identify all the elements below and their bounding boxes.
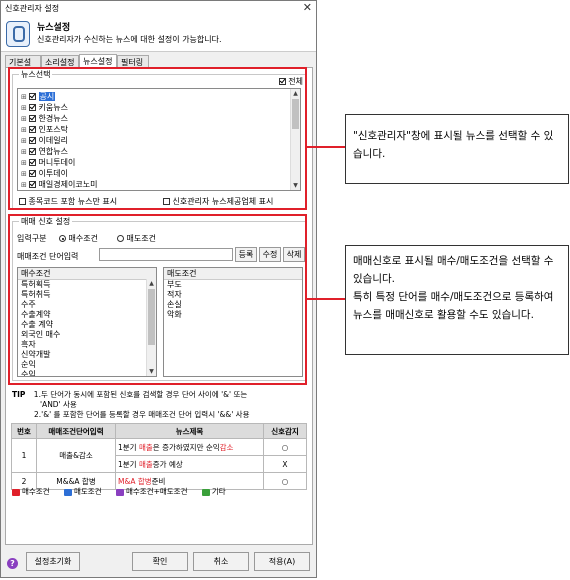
tab-news[interactable]: 뉴스설정 <box>79 54 117 68</box>
connector-bottom <box>307 298 345 300</box>
legend-item-etc: 기타 <box>201 487 226 496</box>
header-title: 뉴스설정 <box>37 23 71 33</box>
header-subtitle: 신호관리자가 수신하는 뉴스에 대한 설정이 가능합니다. <box>37 35 222 44</box>
connector-top <box>307 146 345 148</box>
help-icon[interactable]: ? <box>7 558 18 569</box>
buy-legend-icon <box>12 488 20 496</box>
tip-label: TIP <box>12 390 26 399</box>
both-legend-icon <box>116 488 124 496</box>
trade-signal-highlight <box>8 214 307 385</box>
news-select-highlight <box>8 67 307 210</box>
tip-line-2: 2.'&' 를 포함한 단어를 등록할 경우 매매조건 단어 입력시 '&&' … <box>34 410 250 419</box>
tip-line-1b: 'AND' 사용 <box>40 400 77 409</box>
sell-legend-icon <box>64 488 72 496</box>
tip-line-1: 1.두 단어가 동시에 포함된 신호를 검색할 경우 단어 사이에 '&' 또는 <box>33 390 248 399</box>
apply-button[interactable]: 적용(A) <box>254 552 310 571</box>
col-header: 매매조건단어입력 <box>36 423 116 439</box>
title-bar: 신호관리자 설정 ✕ <box>1 1 316 15</box>
reset-button[interactable]: 설정초기화 <box>26 552 80 571</box>
legend-item-both: 매수조건+매도조건 <box>116 487 187 496</box>
window-title: 신호관리자 설정 <box>5 4 60 13</box>
legend-bar: 매수조건 매도조건 매수조건+매도조건 기타 <box>12 486 226 497</box>
legend-item-buy: 매수조건 <box>12 487 50 496</box>
ok-button[interactable]: 확인 <box>132 552 188 571</box>
table-row: 1 매출&감소 1분기 매출은 증가하였지만 순익감소 ○ <box>11 438 307 473</box>
dialog-header: 뉴스설정 신호관리자가 수신하는 뉴스에 대한 설정이 가능합니다. <box>1 15 316 52</box>
annotation-trade-signal: 매매신호로 표시될 매수/매도조건을 선택할 수 있습니다. 특히 특정 단어를… <box>345 245 569 355</box>
col-header: 뉴스제목 <box>115 423 264 439</box>
lock-icon <box>6 21 30 47</box>
annotation-news-select: "신호관리자"창에 표시될 뉴스를 선택할 수 있습니다. <box>345 114 569 184</box>
legend-item-sell: 매도조건 <box>64 487 102 496</box>
col-header: 번호 <box>11 423 37 439</box>
close-icon[interactable]: ✕ <box>303 1 312 14</box>
example-table: 번호 매매조건단어입력 뉴스제목 신호감지 1 매출&감소 1분기 매출은 증가… <box>11 423 307 490</box>
tip-block: TIP 1.두 단어가 동시에 포함된 신호를 검색할 경우 단어 사이에 '&… <box>12 390 250 420</box>
etc-legend-icon <box>201 488 210 496</box>
cancel-button[interactable]: 취소 <box>193 552 249 571</box>
col-header: 신호감지 <box>263 423 307 439</box>
